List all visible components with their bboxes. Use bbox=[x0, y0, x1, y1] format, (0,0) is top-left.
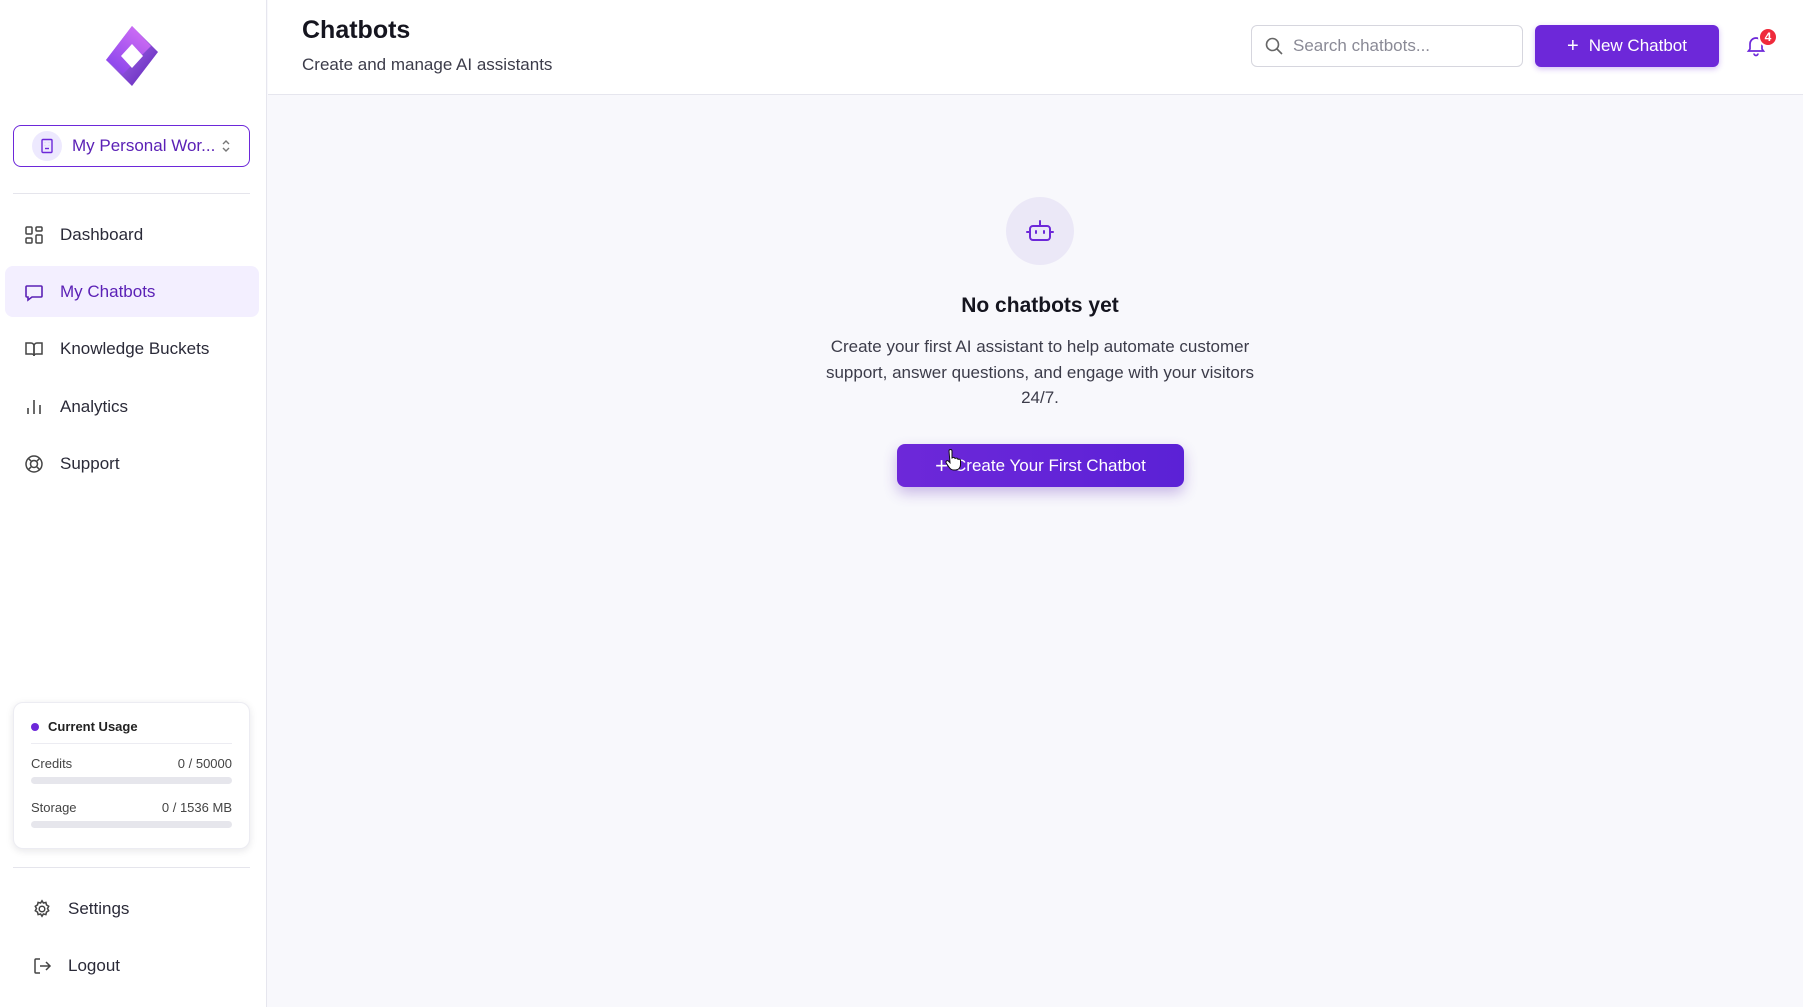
search-input[interactable] bbox=[1293, 36, 1513, 56]
logout-icon bbox=[31, 955, 53, 977]
sidebar-item-my-chatbots[interactable]: My Chatbots bbox=[5, 266, 259, 317]
logout-label: Logout bbox=[68, 955, 120, 975]
storage-label: Storage bbox=[31, 800, 77, 815]
sidebar-item-support[interactable]: Support bbox=[5, 438, 259, 489]
page-title: Chatbots bbox=[302, 16, 411, 44]
sidebar-divider bbox=[13, 193, 250, 194]
chevron-up-down-icon bbox=[222, 140, 230, 152]
settings-button[interactable]: Settings bbox=[13, 883, 267, 934]
sidebar-item-label: My Chatbots bbox=[60, 281, 156, 301]
bar-chart-icon bbox=[23, 396, 45, 418]
top-header: Chatbots Create and manage AI assistants… bbox=[268, 0, 1803, 95]
sidebar-item-label: Analytics bbox=[60, 396, 129, 416]
workspace-label: My Personal Wor... bbox=[72, 136, 216, 155]
chat-bubble-icon bbox=[23, 281, 45, 303]
hand-cursor-icon bbox=[945, 449, 961, 471]
sidebar-item-analytics[interactable]: Analytics bbox=[5, 381, 259, 432]
empty-state-title: No chatbots yet bbox=[961, 294, 1119, 317]
sidebar-item-label: Knowledge Buckets bbox=[60, 338, 210, 358]
empty-state-description: Create your first AI assistant to help a… bbox=[825, 337, 1255, 407]
usage-title: Current Usage bbox=[31, 719, 232, 734]
storage-row: Storage 0 / 1536 MB bbox=[31, 800, 232, 815]
credits-value: 0 / 50000 bbox=[177, 756, 232, 771]
building-icon bbox=[32, 131, 62, 161]
status-dot bbox=[31, 722, 39, 731]
lifebuoy-icon bbox=[23, 453, 45, 475]
page-subtitle: Create and manage AI assistants bbox=[302, 55, 553, 74]
storage-value: 0 / 1536 MB bbox=[161, 800, 232, 815]
usage-title-text: Current Usage bbox=[48, 719, 138, 734]
grid-icon bbox=[23, 224, 45, 246]
sidebar-item-dashboard[interactable]: Dashboard bbox=[5, 209, 259, 260]
robot-icon bbox=[1006, 197, 1074, 265]
sidebar: My Personal Wor... Dashboard My Chatbots bbox=[0, 0, 267, 1007]
credits-progress-bar bbox=[31, 777, 232, 784]
usage-card: Current Usage Credits 0 / 50000 Storage … bbox=[13, 702, 250, 849]
usage-divider bbox=[31, 743, 232, 744]
sidebar-divider bbox=[13, 867, 250, 868]
create-first-chatbot-button[interactable]: + Create Your First Chatbot bbox=[897, 444, 1184, 487]
notification-badge: 4 bbox=[1758, 27, 1778, 47]
sidebar-item-label: Support bbox=[60, 453, 120, 473]
new-chatbot-button[interactable]: + New Chatbot bbox=[1535, 25, 1719, 67]
plus-icon: + bbox=[1567, 35, 1579, 57]
search-box[interactable] bbox=[1251, 25, 1523, 67]
search-icon bbox=[1265, 37, 1283, 55]
sidebar-item-knowledge-buckets[interactable]: Knowledge Buckets bbox=[5, 323, 259, 374]
workspace-selector[interactable]: My Personal Wor... bbox=[13, 125, 250, 167]
sidebar-item-label: Dashboard bbox=[60, 224, 144, 244]
book-icon bbox=[23, 338, 45, 360]
storage-progress-bar bbox=[31, 821, 232, 828]
settings-label: Settings bbox=[68, 898, 130, 918]
credits-label: Credits bbox=[31, 756, 73, 771]
app-logo-icon[interactable] bbox=[103, 24, 161, 88]
logout-button[interactable]: Logout bbox=[13, 940, 267, 991]
new-chatbot-label: New Chatbot bbox=[1588, 36, 1687, 55]
gear-icon bbox=[31, 898, 53, 920]
credits-row: Credits 0 / 50000 bbox=[31, 756, 232, 771]
create-first-chatbot-label: Create Your First Chatbot bbox=[954, 455, 1146, 475]
